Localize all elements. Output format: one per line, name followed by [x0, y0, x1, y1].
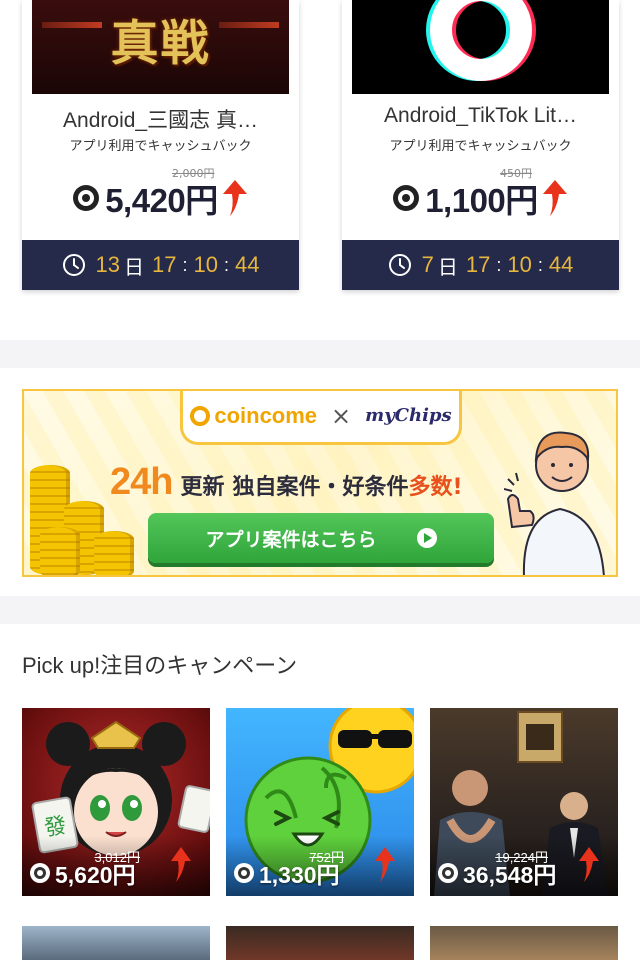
promo-banner-section: coincome × myChips 24h 更新 独自案件・好条件 多数! ア…: [0, 368, 640, 596]
play-icon: [416, 528, 437, 548]
tiktok-logo-icon: [425, 0, 536, 81]
pickup-price-value: 5,620円: [55, 862, 136, 888]
clock-icon: [388, 254, 411, 276]
headline-update: 更新: [180, 475, 225, 500]
mychips-logo: myChips: [365, 405, 452, 426]
countdown-timer: 13 日 17 : 10 : 44: [22, 240, 299, 290]
countdown-timer: 7 日 17 : 10 : 44: [342, 240, 619, 290]
pickup-card-partial[interactable]: [226, 926, 414, 960]
timer-separator: :: [182, 254, 188, 275]
timer-hours: 17: [465, 252, 491, 277]
coin-stack-illustration: [24, 431, 144, 575]
timer-separator: :: [496, 254, 502, 275]
collab-times-sign: ×: [331, 401, 352, 430]
coin-icon: [234, 863, 254, 883]
thumbs-up-person-illustration: [504, 431, 605, 575]
featured-card-sangokushi[interactable]: 真戦 Android_三國志 真… アプリ利用でキャッシュバック 2,000円 …: [22, 0, 299, 290]
promo-banner[interactable]: coincome × myChips 24h 更新 独自案件・好条件 多数! ア…: [22, 389, 618, 577]
pickup-title: Pick up!注目のキャンペーン: [22, 653, 298, 678]
app-campaigns-button-label: アプリ案件はこちら: [205, 528, 377, 551]
tiktok-thumbnail: [352, 0, 609, 94]
coin-icon: [438, 863, 458, 883]
pickup-price: 1,330円: [234, 856, 340, 890]
featured-title: Android_三國志 真…: [63, 109, 258, 132]
up-arrow-icon: [171, 847, 191, 882]
up-arrow-icon: [579, 847, 599, 882]
page: 真戦 Android_三國志 真… アプリ利用でキャッシュバック 2,000円 …: [0, 0, 640, 960]
pickup-price: 36,548円: [438, 856, 556, 890]
timer-day-unit: 日: [437, 256, 458, 279]
featured-card-tiktok[interactable]: Android_TikTok Lit… アプリ利用でキャッシュバック 450円 …: [342, 0, 619, 290]
pickup-price-value: 36,548円: [463, 862, 557, 888]
clock-icon: [62, 254, 85, 276]
pickup-card-mafia[interactable]: 19,224円 36,548円: [430, 708, 618, 896]
headline-24h: 24h: [110, 461, 173, 503]
up-arrow-icon: [375, 847, 395, 882]
pickup-price: 5,620円: [30, 856, 136, 890]
coincome-logo: coincome: [190, 403, 317, 429]
pickup-card-watermelon[interactable]: 752円 1,330円: [226, 708, 414, 896]
timer-day-unit: 日: [124, 256, 144, 279]
up-arrow-icon: [222, 180, 247, 216]
banner-headline: 24h 更新 独自案件・好条件 多数!: [110, 461, 463, 504]
pickup-price-value: 1,330円: [259, 862, 340, 888]
up-arrow-icon: [542, 180, 567, 216]
pickup-card-mahjong[interactable]: 發 3,012円 5,620円: [22, 708, 210, 896]
coin-icon: [393, 185, 420, 211]
pickup-card-partial[interactable]: [430, 926, 618, 960]
coin-icon: [73, 185, 100, 211]
coin-icon: [30, 863, 50, 883]
sangokushi-thumbnail: 真戦: [32, 0, 289, 94]
timer-seconds: 44: [548, 252, 574, 277]
timer-minutes: 10: [193, 252, 218, 277]
price-value: 5,420円: [105, 182, 218, 219]
timer-separator: :: [223, 254, 229, 275]
app-campaigns-button[interactable]: アプリ案件はこちら: [148, 513, 494, 563]
featured-subtitle: アプリ利用でキャッシュバック: [69, 139, 252, 154]
featured-title: Android_TikTok Lit…: [384, 104, 577, 127]
featured-subtitle: アプリ利用でキャッシュバック: [389, 139, 572, 154]
price-row: 5,420円: [22, 174, 299, 222]
coincome-coin-icon: [190, 405, 211, 426]
featured-section: 真戦 Android_三國志 真… アプリ利用でキャッシュバック 2,000円 …: [0, 0, 640, 340]
pickup-section: Pick up!注目のキャンペーン 發 3,012円 5,620円 752円 1…: [0, 624, 640, 960]
timer-seconds: 44: [235, 252, 260, 277]
timer-separator: :: [537, 254, 543, 275]
price-value: 1,100円: [425, 182, 538, 219]
pickup-card-partial[interactable]: [22, 926, 210, 960]
headline-conditions: 独自案件・好条件: [232, 475, 409, 500]
timer-hours: 17: [152, 252, 177, 277]
timer-days: 7: [421, 252, 434, 277]
headline-many: 多数!: [408, 475, 463, 500]
timer-days: 13: [95, 252, 120, 277]
brand-logo-box: coincome × myChips: [180, 391, 462, 445]
timer-minutes: 10: [507, 252, 532, 277]
price-row: 1,100円: [342, 174, 619, 222]
